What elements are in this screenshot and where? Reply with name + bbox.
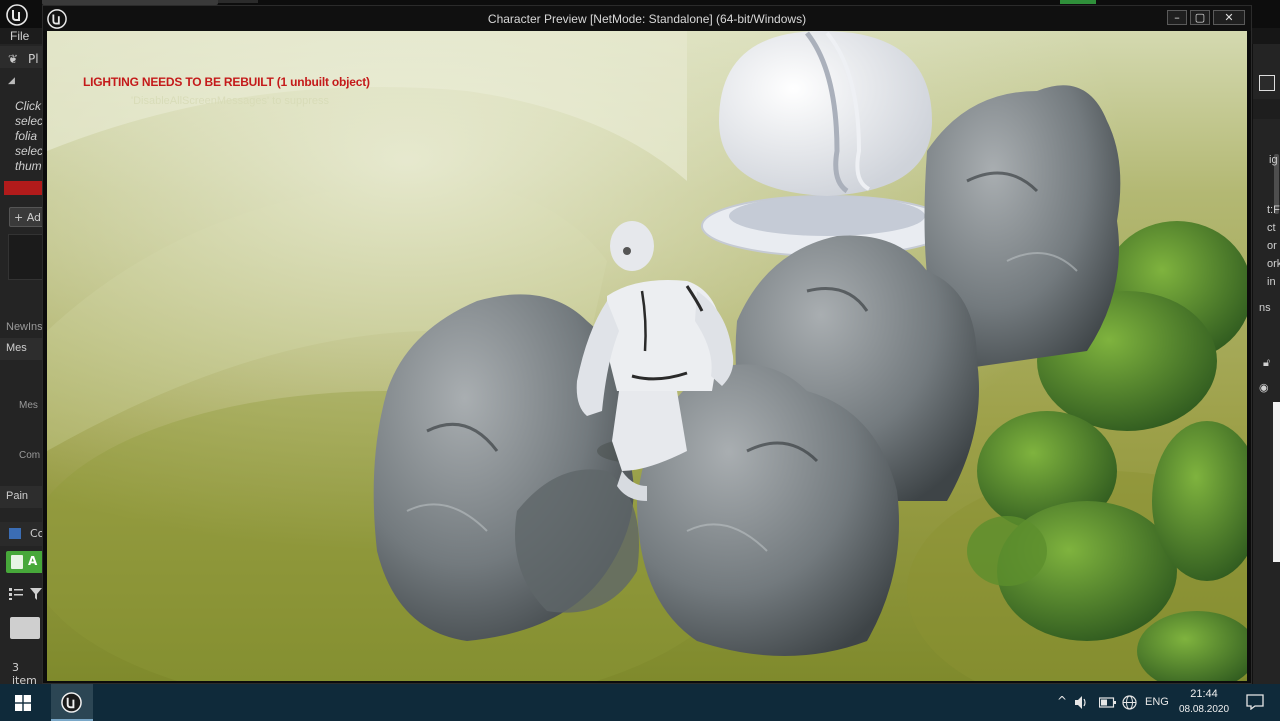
foliage-icon: ❦ bbox=[8, 52, 19, 66]
clock-date[interactable]: 08.08.2020 bbox=[1178, 704, 1230, 715]
details-toolbar bbox=[1253, 99, 1280, 119]
section-mes-label: Mes bbox=[6, 342, 27, 354]
details-fragment-6: in bbox=[1267, 276, 1276, 288]
collapse-arrow-icon[interactable]: ◢ bbox=[8, 76, 15, 86]
taskbar-unreal-app[interactable] bbox=[51, 684, 93, 721]
game-viewport[interactable]: LIGHTING NEEDS TO BE REBUILT (1 unbuilt … bbox=[47, 31, 1247, 681]
hint-line-4: selec bbox=[15, 144, 44, 158]
maximize-button[interactable]: ▢ bbox=[1190, 10, 1210, 25]
windows-taskbar: ^ ENG 21:44 08.08.2020 bbox=[0, 684, 1280, 721]
list-view-icon[interactable] bbox=[9, 588, 23, 600]
foliage-panel: ❦ Pl ◢ Click selec folia selec thum + Ad… bbox=[0, 44, 44, 687]
section-header-mesh[interactable]: Mes bbox=[0, 338, 44, 360]
details-fragment-7: ns bbox=[1259, 302, 1271, 314]
details-fragment-3: ct bbox=[1267, 222, 1276, 234]
foliage-thumbnail[interactable] bbox=[8, 234, 44, 280]
hint-line-1: Click bbox=[15, 99, 41, 113]
section-header-painting[interactable]: Pain bbox=[0, 486, 44, 508]
close-button[interactable]: ✕ bbox=[1213, 10, 1245, 25]
field-com-label: Com bbox=[19, 450, 41, 461]
hint-line-5: thum bbox=[15, 159, 42, 173]
white-sphere-structure bbox=[701, 31, 953, 257]
filter-row bbox=[0, 582, 44, 606]
menu-file[interactable]: File bbox=[10, 29, 29, 43]
game-scene bbox=[47, 31, 1247, 681]
foliage-mode-header[interactable]: ❦ Pl bbox=[0, 46, 44, 68]
details-panel-content bbox=[1273, 402, 1280, 562]
window-title-bar[interactable]: Character Preview [NetMode: Standalone] … bbox=[43, 6, 1251, 31]
start-button[interactable] bbox=[0, 684, 46, 721]
editor-play-indicator bbox=[1060, 0, 1096, 4]
network-globe-icon[interactable] bbox=[1122, 695, 1137, 710]
unreal-logo-icon[interactable] bbox=[6, 4, 28, 26]
content-browser-icon bbox=[9, 528, 21, 539]
eye-icon[interactable]: ◉ bbox=[1259, 381, 1269, 394]
notification-icon[interactable] bbox=[1246, 694, 1264, 710]
maximize-panel-icon[interactable] bbox=[1259, 75, 1275, 91]
unreal-logo-icon bbox=[61, 692, 82, 713]
field-mes-label: Mes bbox=[19, 400, 38, 411]
add-foliage-label: + Ad bbox=[14, 211, 42, 224]
filter-icon[interactable] bbox=[30, 588, 42, 600]
mode-label: Pl bbox=[28, 52, 39, 66]
details-fragment-5: ork bbox=[1267, 258, 1280, 270]
add-new-button[interactable]: A bbox=[6, 551, 44, 573]
character-preview-window: Character Preview [NetMode: Standalone] … bbox=[42, 5, 1252, 684]
hint-line-2: selec bbox=[15, 114, 44, 128]
suppress-hint: 'DisableAllScreenMessages' to suppress bbox=[131, 95, 330, 107]
section-newins: NewIns bbox=[6, 321, 43, 333]
add-new-label: A bbox=[28, 554, 38, 568]
editor-tab-secondary[interactable] bbox=[218, 0, 258, 3]
battery-icon[interactable] bbox=[1099, 697, 1116, 708]
folder-icon[interactable] bbox=[10, 617, 40, 639]
details-fragment-2: t:F bbox=[1267, 204, 1280, 216]
add-new-icon bbox=[11, 555, 23, 569]
lock-icon[interactable]: 🔓︎ bbox=[1263, 356, 1270, 370]
window-title: Character Preview [NetMode: Standalone] … bbox=[487, 12, 807, 26]
clock-time[interactable]: 21:44 bbox=[1178, 688, 1230, 700]
hint-line-3: folia bbox=[15, 129, 38, 143]
section-pain-label: Pain bbox=[6, 490, 29, 502]
details-fragment-1: ig bbox=[1269, 154, 1278, 166]
add-foliage-button[interactable]: + Ad bbox=[9, 207, 44, 227]
details-panel: ig t:F ct or ork in ns 🔓︎ ◉ bbox=[1252, 44, 1280, 684]
lighting-warning: LIGHTING NEEDS TO BE REBUILT (1 unbuilt … bbox=[83, 75, 370, 89]
desktop-screen: File ❦ Pl ◢ Click selec folia selec thum… bbox=[0, 0, 1280, 721]
details-fragment-4: or bbox=[1267, 240, 1277, 252]
error-bar bbox=[4, 181, 44, 195]
minimize-button[interactable]: – bbox=[1167, 10, 1187, 25]
volume-icon[interactable] bbox=[1075, 696, 1089, 709]
windows-logo-icon bbox=[15, 695, 31, 711]
language-indicator[interactable]: ENG bbox=[1145, 696, 1169, 708]
chevron-up-icon[interactable]: ^ bbox=[1057, 694, 1067, 708]
